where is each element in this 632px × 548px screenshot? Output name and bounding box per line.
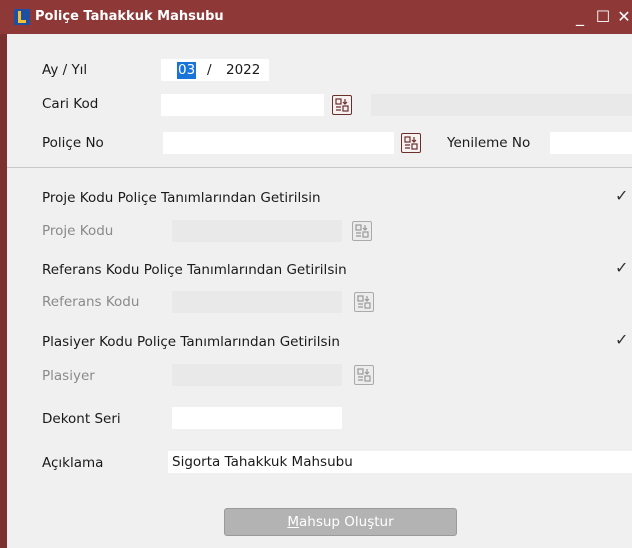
period-separator: / (207, 62, 212, 78)
plasiyer-label: Plasiyer (42, 368, 95, 384)
mahsup-olustur-button[interactable]: Mahsup Oluştur (224, 508, 457, 536)
year-input[interactable]: 2022 (226, 62, 260, 78)
month-input[interactable]: 03 (177, 62, 197, 79)
proje-kodu-lookup-button (352, 221, 372, 241)
cari-kod-lookup-button[interactable] (332, 95, 352, 115)
proje-kodu-input (172, 220, 342, 242)
section-divider (7, 167, 632, 168)
window-frame-left (0, 0, 7, 548)
window-title: Poliçe Tahakkuk Mahsubu (35, 9, 224, 24)
aciklama-input[interactable]: Sigorta Tahakkuk Mahsubu (168, 451, 632, 473)
maximize-button[interactable]: ☐ (592, 4, 614, 30)
yenileme-no-label: Yenileme No (447, 135, 531, 151)
app-logo-icon (14, 9, 30, 25)
title-bar[interactable]: Poliçe Tahakkuk Mahsubu _ ☐ ✕ (0, 0, 632, 34)
lookup-list-icon (357, 295, 371, 309)
police-no-lookup-button[interactable] (401, 133, 421, 153)
aciklama-value: Sigorta Tahakkuk Mahsubu (172, 454, 353, 470)
lookup-list-icon (404, 136, 418, 150)
minimize-button[interactable]: _ (569, 4, 591, 30)
dekont-seri-label: Dekont Seri (42, 411, 121, 427)
referans-option-label: Referans Kodu Poliçe Tanımlarından Getir… (42, 262, 347, 278)
lookup-list-icon (355, 224, 369, 238)
referans-kodu-lookup-button (354, 292, 374, 312)
police-no-input[interactable] (163, 132, 394, 154)
proje-option-label: Proje Kodu Poliçe Tanımlarından Getirils… (42, 190, 321, 206)
mahsup-label: ahsup Oluştur (299, 514, 394, 530)
proje-option-checkbox[interactable]: ✓ (615, 186, 628, 205)
plasiyer-option-checkbox[interactable]: ✓ (615, 330, 628, 349)
close-button[interactable]: ✕ (613, 4, 632, 30)
referans-option-checkbox[interactable]: ✓ (615, 258, 628, 277)
referans-kodu-label: Referans Kodu (42, 294, 140, 310)
cari-kod-label: Cari Kod (42, 96, 99, 112)
lookup-list-icon (335, 98, 349, 112)
police-no-label: Poliçe No (42, 135, 104, 151)
yenileme-no-input[interactable] (550, 132, 632, 154)
lookup-list-icon (357, 368, 371, 382)
referans-kodu-input (172, 291, 342, 313)
proje-kodu-label: Proje Kodu (42, 223, 114, 239)
period-label: Ay / Yıl (42, 62, 88, 78)
plasiyer-lookup-button (354, 365, 374, 385)
mahsup-mnemonic: M (287, 514, 299, 530)
cari-kod-input[interactable] (161, 94, 324, 116)
plasiyer-input (172, 364, 342, 386)
plasiyer-option-label: Plasiyer Kodu Poliçe Tanımlarından Getir… (42, 334, 340, 350)
dekont-seri-input[interactable] (172, 407, 342, 429)
cari-kod-description (371, 94, 632, 116)
aciklama-label: Açıklama (42, 455, 104, 471)
